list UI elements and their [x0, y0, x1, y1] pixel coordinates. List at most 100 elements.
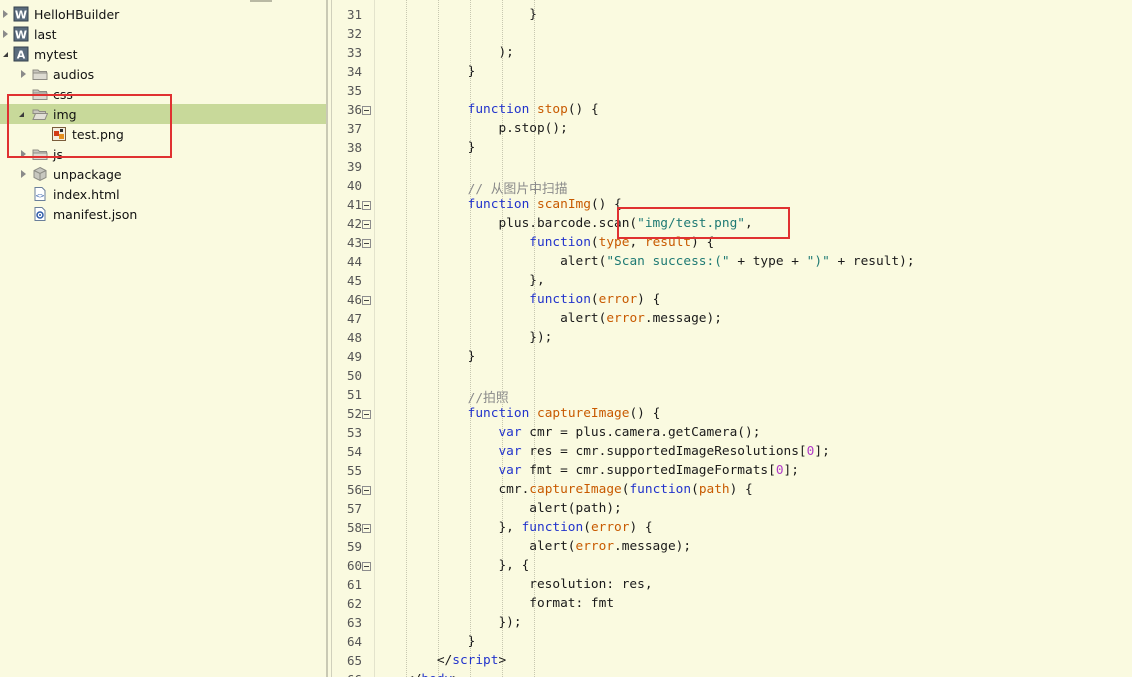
- tree-item-mytest[interactable]: A mytest: [0, 44, 326, 64]
- code-line[interactable]: 51 //拍照: [332, 386, 1132, 406]
- code-token: }: [406, 140, 476, 155]
- code-line[interactable]: 38 }: [332, 139, 1132, 158]
- code-line[interactable]: 64 }: [332, 633, 1132, 652]
- code-line[interactable]: 49 }: [332, 348, 1132, 367]
- code-line[interactable]: 34 }: [332, 63, 1132, 82]
- code-line[interactable]: 31 }: [332, 6, 1132, 25]
- code-line[interactable]: 65 </script>: [332, 652, 1132, 671]
- code-line[interactable]: 39: [332, 158, 1132, 177]
- code-token: ];: [783, 463, 799, 478]
- code-token: error: [598, 292, 638, 307]
- code-line[interactable]: 46 function(error) {: [332, 291, 1132, 310]
- code-token: }: [406, 634, 476, 649]
- tree-item-label: HelloHBuilder: [34, 7, 120, 22]
- tree-item-img[interactable]: img: [0, 104, 326, 124]
- code-text: }: [406, 634, 476, 649]
- chevron-right-icon[interactable]: [21, 170, 26, 178]
- code-token: >: [498, 653, 507, 668]
- fold-toggle-icon[interactable]: [362, 106, 371, 115]
- code-token: type: [598, 235, 630, 250]
- fold-toggle-icon[interactable]: [362, 524, 371, 533]
- code-token: (: [691, 482, 699, 497]
- tree-item-label: js: [53, 147, 63, 162]
- code-text: });: [406, 330, 552, 345]
- line-number: 57: [346, 501, 362, 516]
- fold-toggle-icon[interactable]: [362, 562, 371, 571]
- line-number: 56: [346, 482, 362, 497]
- code-line[interactable]: 50: [332, 367, 1132, 386]
- tree-item-css[interactable]: css: [0, 84, 326, 104]
- code-line[interactable]: 41 function scanImg() {: [332, 196, 1132, 215]
- code-token: );: [406, 45, 514, 60]
- tree-item-last[interactable]: W last: [0, 24, 326, 44]
- code-token: + type +: [729, 254, 807, 269]
- code-line[interactable]: 35: [332, 82, 1132, 101]
- chevron-right-icon[interactable]: [3, 10, 8, 18]
- chevron-right-icon[interactable]: [21, 70, 26, 78]
- line-number: 48: [346, 330, 362, 345]
- code-token: + result);: [829, 254, 915, 269]
- tree-scrollbar-thumb[interactable]: [250, 0, 272, 2]
- code-line[interactable]: 52 function captureImage() {: [332, 405, 1132, 424]
- code-token: "img/test.png": [637, 216, 746, 231]
- code-line[interactable]: 45 },: [332, 272, 1132, 291]
- code-line[interactable]: 47 alert(error.message);: [332, 310, 1132, 329]
- code-token: body: [421, 672, 452, 677]
- tree-item-test-png[interactable]: test.png: [0, 124, 326, 144]
- tree-item-label: audios: [53, 67, 95, 82]
- chevron-down-icon[interactable]: [19, 112, 24, 117]
- tree-item-audios[interactable]: audios: [0, 64, 326, 84]
- code-line[interactable]: 37 p.stop();: [332, 120, 1132, 139]
- code-token: cmr.: [406, 482, 530, 497]
- code-line[interactable]: 59 alert(error.message);: [332, 538, 1132, 557]
- code-line[interactable]: 60 }, {: [332, 557, 1132, 576]
- code-line[interactable]: 63 });: [332, 614, 1132, 633]
- code-line[interactable]: 44 alert("Scan success:(" + type + ")" +…: [332, 253, 1132, 272]
- code-token: alert(: [406, 539, 576, 554]
- fold-toggle-icon[interactable]: [362, 410, 371, 419]
- code-token: p.stop();: [406, 121, 568, 136]
- code-text: function stop() {: [406, 102, 599, 117]
- code-line[interactable]: 33 );: [332, 44, 1132, 63]
- code-text: }: [406, 140, 476, 155]
- fold-toggle-icon[interactable]: [362, 201, 371, 210]
- tree-item-manifest-json[interactable]: manifest.json: [0, 204, 326, 224]
- tree-item-hellohbuilder[interactable]: W HelloHBuilder: [0, 4, 326, 24]
- code-line[interactable]: 32: [332, 25, 1132, 44]
- code-line[interactable]: 61 resolution: res,: [332, 576, 1132, 595]
- line-number: 64: [346, 634, 362, 649]
- fold-toggle-icon[interactable]: [362, 486, 371, 495]
- code-line[interactable]: 43 function(type, result) {: [332, 234, 1132, 253]
- line-number: 58: [346, 520, 362, 535]
- fold-toggle-icon[interactable]: [362, 296, 371, 305]
- code-text: function captureImage() {: [406, 406, 661, 421]
- tree-item-js[interactable]: js: [0, 144, 326, 164]
- code-text: function(type, result) {: [406, 235, 714, 250]
- tree-item-unpackage[interactable]: unpackage: [0, 164, 326, 184]
- code-token: </: [406, 653, 453, 668]
- code-text: alert("Scan success:(" + type + ")" + re…: [406, 254, 915, 269]
- code-line[interactable]: 58 }, function(error) {: [332, 519, 1132, 538]
- tree-item-index-html[interactable]: <> index.html: [0, 184, 326, 204]
- line-number: 37: [346, 121, 362, 136]
- chevron-right-icon[interactable]: [21, 150, 26, 158]
- code-line[interactable]: 36 function stop() {: [332, 101, 1132, 120]
- code-editor[interactable]: 31 } 32 33 ); 34 } 35 36 function stop() {37 …: [332, 0, 1132, 677]
- code-line[interactable]: 53 var cmr = plus.camera.getCamera();: [332, 424, 1132, 443]
- code-line[interactable]: 55 var fmt = cmr.supportedImageFormats[0…: [332, 462, 1132, 481]
- code-line[interactable]: 56 cmr.captureImage(function(path) {: [332, 481, 1132, 500]
- code-line[interactable]: 40 // 从图片中扫描: [332, 177, 1132, 197]
- code-token: // 从图片中扫描: [406, 182, 568, 197]
- fold-toggle-icon[interactable]: [362, 220, 371, 229]
- code-line[interactable]: 48 });: [332, 329, 1132, 348]
- code-line[interactable]: 57 alert(path);: [332, 500, 1132, 519]
- code-line[interactable]: 42 plus.barcode.scan("img/test.png",: [332, 215, 1132, 234]
- line-number: 44: [346, 254, 362, 269]
- chevron-down-icon[interactable]: [3, 52, 8, 57]
- code-line[interactable]: 54 var res = cmr.supportedImageResolutio…: [332, 443, 1132, 462]
- chevron-right-icon[interactable]: [3, 30, 8, 38]
- fold-toggle-icon[interactable]: [362, 239, 371, 248]
- code-line[interactable]: 66 </body>: [332, 671, 1132, 677]
- tree-item-label: manifest.json: [53, 207, 138, 222]
- code-line[interactable]: 62 format: fmt: [332, 595, 1132, 614]
